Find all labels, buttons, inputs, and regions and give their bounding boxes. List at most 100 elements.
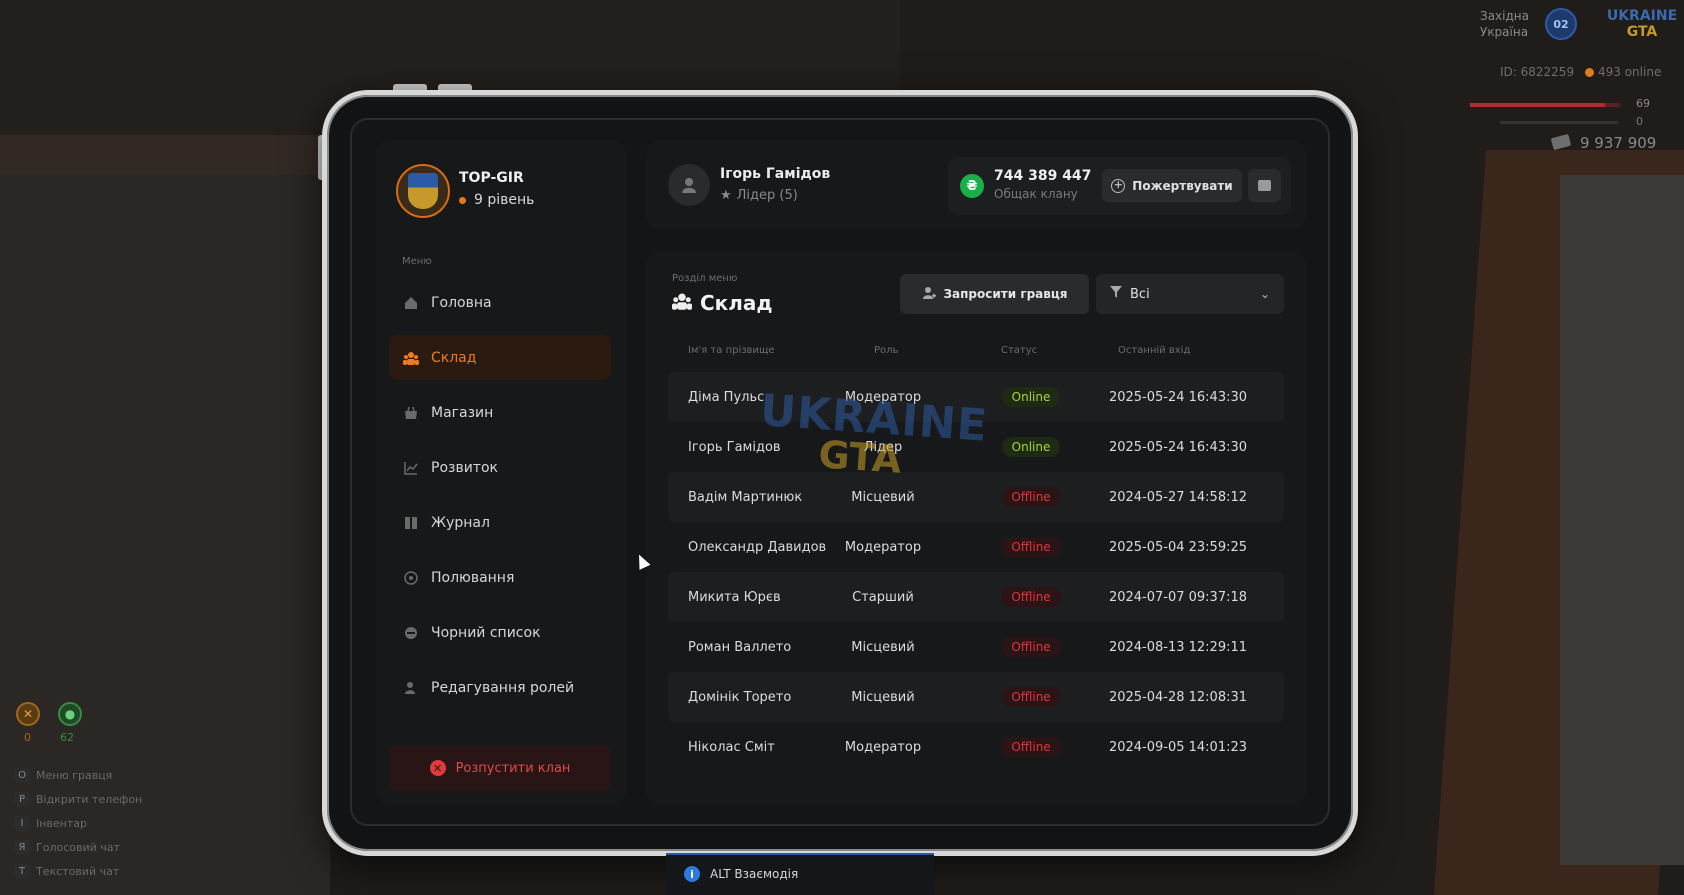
- column-header-role: Роль: [874, 345, 899, 356]
- sidebar-item-blacklist[interactable]: Чорний список: [389, 610, 611, 655]
- status-badge: Offline: [998, 722, 1064, 772]
- member-last-login: 2025-05-04 23:59:25: [1108, 539, 1248, 555]
- add-user-icon: [922, 286, 936, 303]
- hotkey-item: Я Голосовий чат: [14, 835, 142, 859]
- hotkey-item: O Меню гравця: [14, 763, 142, 787]
- disband-label: Розпустити клан: [455, 760, 571, 776]
- block-icon: [403, 625, 419, 641]
- hud-logo: UKRAINE GTA: [1606, 8, 1678, 40]
- sidebar-item-label: Журнал: [431, 514, 490, 531]
- menu-title: Меню: [402, 256, 432, 267]
- player-id: ID: 6822259: [1500, 65, 1575, 79]
- target-icon: [403, 570, 419, 586]
- book-icon: [403, 515, 419, 531]
- table-row[interactable]: Домінік Торето Місцевий Offline 2025-04-28 …: [668, 672, 1284, 722]
- clan-name: TOP-GIR: [459, 170, 524, 186]
- chart-icon: [403, 460, 419, 476]
- member-name: Роман Валлето: [688, 639, 792, 655]
- hotkey-item: I Інвентар: [14, 811, 142, 835]
- member-name: Ніколас Сміт: [688, 739, 775, 755]
- info-icon: i: [684, 866, 700, 882]
- page-title: Склад: [672, 291, 773, 315]
- sidebar-item-shop[interactable]: Магазин: [389, 390, 611, 435]
- member-role: Місцевий: [851, 489, 915, 505]
- hotkey-list: O Меню гравця P Відкрити телефон I Інвентар…: [14, 763, 142, 883]
- member-last-login: 2024-05-27 14:58:12: [1108, 489, 1248, 505]
- member-role: Місцевий: [851, 689, 915, 705]
- sidebar-item-edit-roles[interactable]: Редагування ролей: [389, 665, 611, 710]
- member-last-login: 2024-07-07 09:37:18: [1108, 589, 1248, 605]
- member-name: Діма Пульс: [688, 389, 765, 405]
- table-row[interactable]: Вадім Мартинюк Місцевий Offline 2024-05-27 …: [668, 472, 1284, 522]
- clan-avatar: [396, 164, 450, 218]
- column-header-status: Статус: [1001, 345, 1038, 356]
- table-row[interactable]: Роман Валлето Місцевий Offline 2024-08-13 1…: [668, 622, 1284, 672]
- armor-value: 0: [1636, 115, 1643, 128]
- member-role: Модератор: [844, 539, 922, 555]
- clan-balance-label: Общак клану: [994, 187, 1078, 201]
- table-row[interactable]: Ігорь Гамідов Лідер Online 2025-05-24 16:43…: [668, 422, 1284, 472]
- table-row[interactable]: Микита Юрєв Старший Offline 2024-07-07 09:3…: [668, 572, 1284, 622]
- member-role: Модератор: [844, 739, 922, 755]
- sidebar-item-label: Розвиток: [431, 459, 498, 476]
- armor-bar: [1500, 121, 1618, 124]
- status-badge: Offline: [998, 522, 1064, 572]
- sidebar-item-label: Полювання: [431, 569, 515, 586]
- status-badge: Offline: [998, 672, 1064, 722]
- sidebar-item-label: Склад: [431, 349, 477, 366]
- clan-level: 9 рівень: [459, 192, 534, 208]
- member-role: Лідер: [863, 439, 903, 455]
- online-count: 493 online: [1585, 65, 1661, 79]
- hotkey-item: P Відкрити телефон: [14, 787, 142, 811]
- clan-balance: 744 389 447: [994, 168, 1092, 184]
- chevron-down-icon: ⌄: [1259, 287, 1270, 301]
- member-name: Вадім Мартинюк: [688, 489, 803, 505]
- filter-icon: [1110, 286, 1122, 302]
- disband-clan-button[interactable]: ✕ Розпустити клан: [389, 745, 611, 791]
- member-last-login: 2024-08-13 12:29:11: [1108, 639, 1248, 655]
- members-table: Діма Пульс Модератор Online 2025-05-24 16:4…: [668, 372, 1284, 772]
- wallet-button[interactable]: [1248, 169, 1281, 202]
- level-dot-icon: [459, 196, 466, 204]
- sidebar-item-label: Чорний список: [431, 624, 541, 641]
- member-last-login: 2025-04-28 12:08:31: [1108, 689, 1248, 705]
- donate-button[interactable]: + Пожертвувати: [1102, 169, 1242, 202]
- table-row[interactable]: Ніколас Сміт Модератор Offline 2024-09-05 1…: [668, 722, 1284, 772]
- status-badge: Online: [998, 422, 1064, 472]
- sidebar-item-hunting[interactable]: Полювання: [389, 555, 611, 600]
- health-bar: [1470, 103, 1620, 107]
- role-filter-select[interactable]: Всі ⌄: [1096, 274, 1284, 314]
- sidebar-item-development[interactable]: Розвиток: [389, 445, 611, 490]
- interaction-prompt: i ALT Взаємодія: [666, 853, 934, 895]
- status-badge: Offline: [998, 622, 1064, 672]
- invite-player-button[interactable]: Запросити гравця: [900, 274, 1089, 314]
- sidebar-item-members[interactable]: Склад: [389, 335, 611, 380]
- member-role: Старший: [852, 589, 914, 605]
- sidebar-item-label: Головна: [431, 294, 492, 311]
- money-value: 9 937 909: [1580, 134, 1657, 152]
- sidebar-item-journal[interactable]: Журнал: [389, 500, 611, 545]
- member-name: Микита Юрєв: [688, 589, 781, 605]
- sidebar-item-label: Магазин: [431, 404, 494, 421]
- status-badge: Offline: [998, 572, 1064, 622]
- status-badge: Online: [998, 372, 1064, 422]
- food-value: 0: [24, 731, 31, 744]
- table-row[interactable]: Олександр Давидов Модератор Offline 2025-05…: [668, 522, 1284, 572]
- user-avatar: [668, 164, 710, 206]
- health-value: 69: [1636, 97, 1650, 110]
- table-row[interactable]: Діма Пульс Модератор Online 2025-05-24 16:4…: [668, 372, 1284, 422]
- close-circle-icon: ✕: [429, 760, 446, 776]
- hotkey-item: T Текстовий чат: [14, 859, 142, 883]
- member-name: Олександр Давидов: [688, 539, 827, 555]
- plus-circle-icon: +: [1111, 178, 1126, 193]
- members-icon: [403, 350, 419, 366]
- clan-crest-icon: [408, 173, 438, 209]
- wallet-icon: [1258, 180, 1271, 191]
- sidebar-menu: Головна Склад Магазин Розвиток Журнал По…: [389, 280, 611, 720]
- server-badge: 02: [1545, 8, 1577, 40]
- online-dot-icon: [1585, 67, 1594, 77]
- sidebar-item-home[interactable]: Головна: [389, 280, 611, 325]
- member-name: Домінік Торето: [688, 689, 792, 705]
- hryvnia-coin-icon: ₴: [960, 174, 984, 198]
- user-edit-icon: [403, 680, 419, 696]
